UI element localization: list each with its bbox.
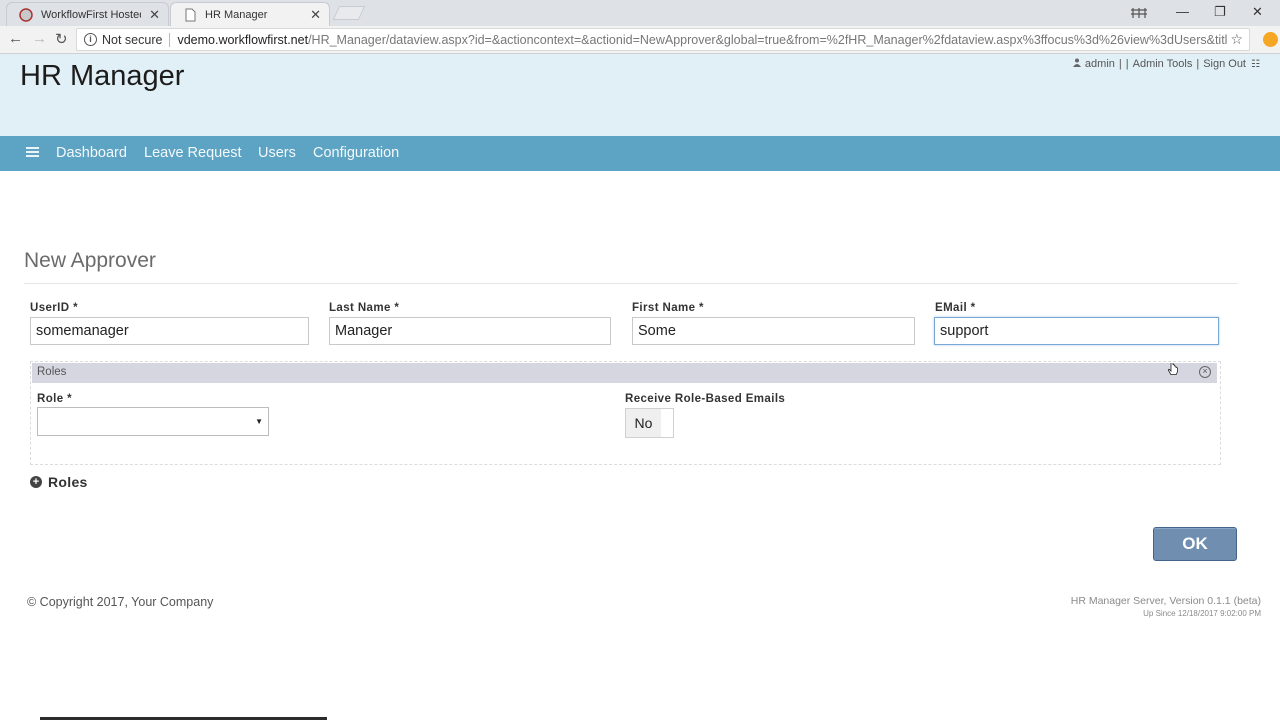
link-separator: | <box>1125 58 1129 70</box>
main-nav: Dashboard Leave Request Users Configurat… <box>0 136 1280 171</box>
minimize-icon[interactable]: — <box>1176 4 1189 19</box>
user-icon <box>1072 58 1081 70</box>
footer-version: HR Manager Server, Version 0.1.1 (beta) <box>1070 595 1261 607</box>
url-host: vdemo.workflowfirst.net <box>177 32 309 47</box>
receive-emails-value: No <box>626 409 661 437</box>
tab-close-icon[interactable]: ✕ <box>149 7 160 23</box>
last-name-field[interactable]: Manager <box>329 317 611 345</box>
address-separator <box>169 32 171 47</box>
url-path: /HR_Manager/dataview.aspx?id=&actioncont… <box>308 32 1229 47</box>
app-header: HR Manager admin | | Admin Tools | Sign … <box>0 54 1280 136</box>
back-arrow-icon[interactable]: ← <box>8 30 23 47</box>
bookmark-star-icon[interactable]: ☆ <box>1230 31 1243 48</box>
extension-icon[interactable] <box>1263 32 1278 47</box>
first-name-field[interactable]: Some <box>632 317 915 345</box>
browser-tab-hr-manager[interactable]: HR Manager ✕ <box>170 2 330 26</box>
browser-toolbar: ← → ↻ i Not secure vdemo.workflowfirst.n… <box>0 26 1280 54</box>
workflowfirst-favicon-icon <box>19 8 33 22</box>
info-icon[interactable]: i <box>84 33 97 46</box>
roles-section-title: Roles <box>37 366 67 378</box>
new-tab-button[interactable] <box>332 6 366 20</box>
list-menu-icon[interactable]: ☷ <box>1251 59 1260 70</box>
close-window-icon[interactable]: ✕ <box>1252 4 1263 20</box>
restore-icon[interactable]: ❐ <box>1214 4 1226 20</box>
userid-label: UserID * <box>30 302 78 314</box>
userid-field[interactable]: somemanager <box>30 317 309 345</box>
roles-expander-label: Roles <box>48 474 88 490</box>
tab-label: HR Manager <box>205 8 268 21</box>
tab-label: WorkflowFirst Hosted De <box>41 8 141 21</box>
page-title: New Approver <box>24 249 156 272</box>
hamburger-menu-icon[interactable] <box>26 147 39 157</box>
role-label: Role * <box>37 393 72 405</box>
security-label: Not secure <box>102 32 163 47</box>
nav-leave-request[interactable]: Leave Request <box>144 145 242 161</box>
user-links: admin | | Admin Tools | Sign Out <box>1072 58 1246 70</box>
link-separator: | <box>1196 58 1200 70</box>
footer-copyright: © Copyright 2017, Your Company <box>27 595 214 609</box>
dropdown-caret-icon: ▼ <box>255 417 263 426</box>
admin-tools-link[interactable]: Admin Tools <box>1133 58 1193 70</box>
footer-uptime: Up Since 12/18/2017 9:02:00 PM <box>1143 609 1261 618</box>
browser-tab-bar: WorkflowFirst Hosted De ✕ HR Manager ✕ —… <box>0 0 1280 26</box>
role-select[interactable]: ▼ <box>37 407 269 436</box>
nav-dashboard[interactable]: Dashboard <box>56 145 127 161</box>
reload-icon[interactable]: ↻ <box>55 30 68 48</box>
last-name-label: Last Name * <box>329 302 400 314</box>
remove-role-icon[interactable]: × <box>1199 366 1211 378</box>
profile-icon[interactable] <box>1130 7 1148 19</box>
address-bar[interactable]: i Not secure vdemo.workflowfirst.net /HR… <box>76 28 1250 51</box>
first-name-label: First Name * <box>632 302 704 314</box>
heading-divider <box>24 283 1238 284</box>
link-separator: | <box>1118 58 1122 70</box>
ok-button[interactable]: OK <box>1153 527 1237 561</box>
roles-section-header: Roles × <box>32 363 1217 383</box>
page-favicon-icon <box>185 8 196 22</box>
email-label: EMail * <box>935 302 976 314</box>
nav-configuration[interactable]: Configuration <box>313 145 399 161</box>
user-name-link[interactable]: admin <box>1085 58 1115 70</box>
roles-expander[interactable]: + Roles <box>30 474 88 490</box>
forward-arrow-icon[interactable]: → <box>32 30 47 47</box>
receive-emails-label: Receive Role-Based Emails <box>625 393 786 405</box>
app-title: HR Manager <box>20 60 185 92</box>
tab-close-icon[interactable]: ✕ <box>310 7 321 23</box>
nav-users[interactable]: Users <box>258 145 296 161</box>
email-field[interactable]: support <box>934 317 1219 345</box>
hand-cursor-icon <box>1167 363 1178 375</box>
browser-tab-workflowfirst[interactable]: WorkflowFirst Hosted De ✕ <box>6 2 169 26</box>
receive-emails-toggle[interactable]: No <box>625 408 674 438</box>
sign-out-link[interactable]: Sign Out <box>1203 58 1246 70</box>
plus-circle-icon: + <box>30 476 42 488</box>
